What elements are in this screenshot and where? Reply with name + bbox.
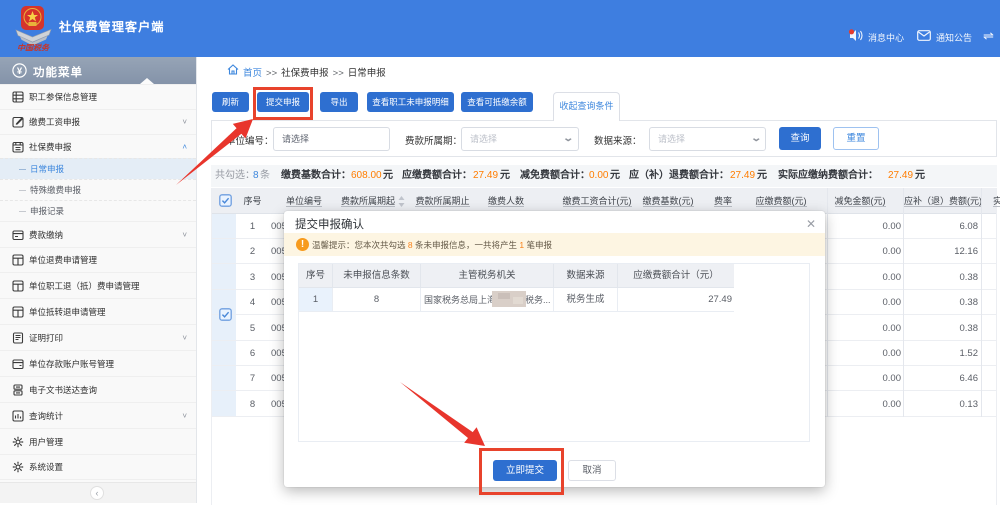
svg-text:中国税务: 中国税务 xyxy=(17,44,50,52)
svg-text:¥: ¥ xyxy=(17,66,23,77)
